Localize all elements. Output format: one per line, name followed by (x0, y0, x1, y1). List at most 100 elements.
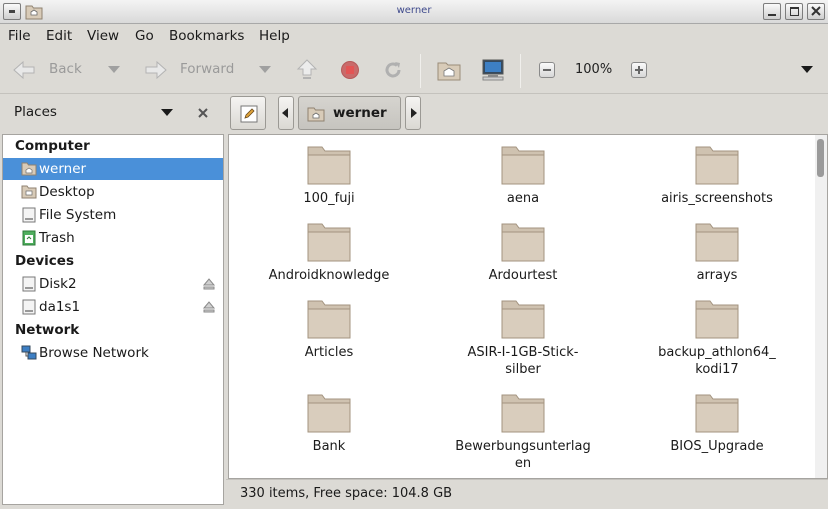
minimize-button[interactable] (763, 3, 781, 20)
places-header: Places (0, 94, 226, 134)
reload-icon[interactable] (382, 59, 404, 81)
toolbar-overflow-icon[interactable] (801, 66, 813, 73)
pencil-icon (240, 105, 258, 123)
file-item[interactable]: backup_athlon64_ kodi17 (637, 297, 797, 378)
sidebar-item-label: Trash (39, 230, 75, 246)
desktop-folder-icon (21, 184, 37, 200)
toolbar-separator (520, 54, 521, 88)
places-sidebar: Computer werner Desktop File System Tras… (2, 134, 224, 505)
file-item[interactable]: Ardourtest (443, 220, 603, 284)
path-segment-label: werner (333, 105, 387, 121)
zoom-out-button[interactable] (539, 62, 555, 78)
file-item[interactable]: Androidknowledge (249, 220, 409, 284)
file-name: Articles (304, 345, 354, 360)
forward-button[interactable]: Forward (180, 61, 234, 77)
folder-icon (307, 391, 351, 433)
back-history-dropdown-icon[interactable] (108, 66, 120, 73)
path-bar: werner (226, 94, 828, 134)
left-arrow-icon (282, 108, 288, 118)
file-name: airis_screenshots (661, 191, 773, 206)
file-name: BIOS_Upgrade (670, 439, 764, 454)
path-scroll-left-button[interactable] (278, 96, 294, 130)
folder-icon (501, 143, 545, 185)
folder-icon (501, 220, 545, 262)
trash-icon (21, 230, 37, 246)
folder-icon (501, 391, 545, 433)
edit-location-button[interactable] (230, 96, 266, 130)
scrollbar-thumb[interactable] (817, 139, 824, 177)
vertical-scrollbar[interactable] (815, 135, 827, 478)
up-arrow-icon[interactable] (296, 58, 318, 82)
sidebar-item-da1s1[interactable]: da1s1 (3, 296, 223, 318)
minimize-icon (768, 14, 776, 16)
eject-icon[interactable] (202, 277, 216, 291)
file-grid: 100_fuji aena airis_screenshots Androidknow… (228, 134, 828, 479)
folder-icon (695, 143, 739, 185)
menu-bookmarks[interactable]: Bookmarks (169, 28, 244, 44)
folder-icon (307, 220, 351, 262)
file-item[interactable]: 100_fuji (249, 143, 409, 207)
file-item[interactable]: aena (443, 143, 603, 207)
file-name: Androidknowledge (268, 268, 390, 283)
file-name: 100_fuji (303, 191, 355, 206)
zoom-in-button[interactable] (631, 62, 647, 78)
menu-file[interactable]: File (8, 28, 31, 44)
file-item[interactable]: Bewerbungsunterlag en (443, 391, 603, 472)
menu-view[interactable]: View (87, 28, 119, 44)
drive-icon (21, 207, 37, 223)
sidebar-item-desktop[interactable]: Desktop (3, 181, 223, 203)
forward-arrow-icon[interactable] (144, 60, 168, 80)
file-item[interactable]: airis_screenshots (637, 143, 797, 207)
sidebar-item-label: da1s1 (39, 299, 81, 315)
folder-icon (307, 297, 351, 339)
file-name: Bank (312, 439, 346, 454)
sidebar-item-browse-network[interactable]: Browse Network (3, 342, 223, 364)
sidebar-item-trash[interactable]: Trash (3, 227, 223, 249)
file-item[interactable]: ASIR-I-1GB-Stick- silber (443, 297, 603, 378)
title-bar: werner (0, 0, 828, 24)
close-sidebar-icon[interactable] (196, 106, 210, 120)
forward-history-dropdown-icon[interactable] (259, 66, 271, 73)
computer-icon[interactable] (480, 58, 506, 82)
file-item[interactable]: BIOS_Upgrade (637, 391, 797, 455)
sidebar-item-label: Browse Network (39, 345, 149, 361)
stop-icon[interactable] (340, 60, 360, 80)
file-item[interactable]: arrays (637, 220, 797, 284)
file-name: aena (506, 191, 540, 206)
sidebar-item-werner[interactable]: werner (3, 158, 223, 180)
sidebar-item-disk2[interactable]: Disk2 (3, 273, 223, 295)
file-name: Ardourtest (488, 268, 558, 283)
window-title: werner (396, 5, 432, 16)
menu-help[interactable]: Help (259, 28, 290, 44)
path-scroll-right-button[interactable] (405, 96, 421, 130)
zoom-level: 100% (575, 62, 613, 77)
file-name: backup_athlon64_ kodi17 (658, 345, 776, 377)
sidebar-item-label: File System (39, 207, 117, 223)
drive-icon (21, 299, 37, 315)
sidebar-item-file-system[interactable]: File System (3, 204, 223, 226)
folder-icon (501, 297, 545, 339)
back-button[interactable]: Back (49, 61, 82, 77)
menu-bar: File Edit View Go Bookmarks Help (0, 24, 828, 48)
sidebar-item-label: Disk2 (39, 276, 77, 292)
maximize-icon (790, 7, 799, 16)
home-icon[interactable] (437, 59, 461, 81)
menu-edit[interactable]: Edit (46, 28, 72, 44)
section-heading-devices: Devices (15, 253, 74, 269)
menu-go[interactable]: Go (135, 28, 154, 44)
close-window-button[interactable] (807, 3, 825, 20)
eject-icon[interactable] (202, 300, 216, 314)
status-bar: 330 items, Free space: 104.8 GB (226, 479, 828, 507)
places-dropdown-icon[interactable] (161, 109, 173, 116)
file-item[interactable]: Articles (249, 297, 409, 361)
file-item[interactable]: Bank (249, 391, 409, 455)
file-name: ASIR-I-1GB-Stick- silber (467, 345, 579, 377)
toolbar: Back Forward 100% (0, 48, 828, 94)
path-segment-werner[interactable]: werner (298, 96, 401, 130)
status-text: 330 items, Free space: 104.8 GB (240, 486, 453, 501)
file-name: Bewerbungsunterlag en (455, 439, 591, 471)
toolbar-separator (420, 54, 421, 88)
plus-icon-stem (638, 66, 640, 74)
maximize-button[interactable] (785, 3, 803, 20)
back-arrow-icon[interactable] (12, 60, 36, 80)
